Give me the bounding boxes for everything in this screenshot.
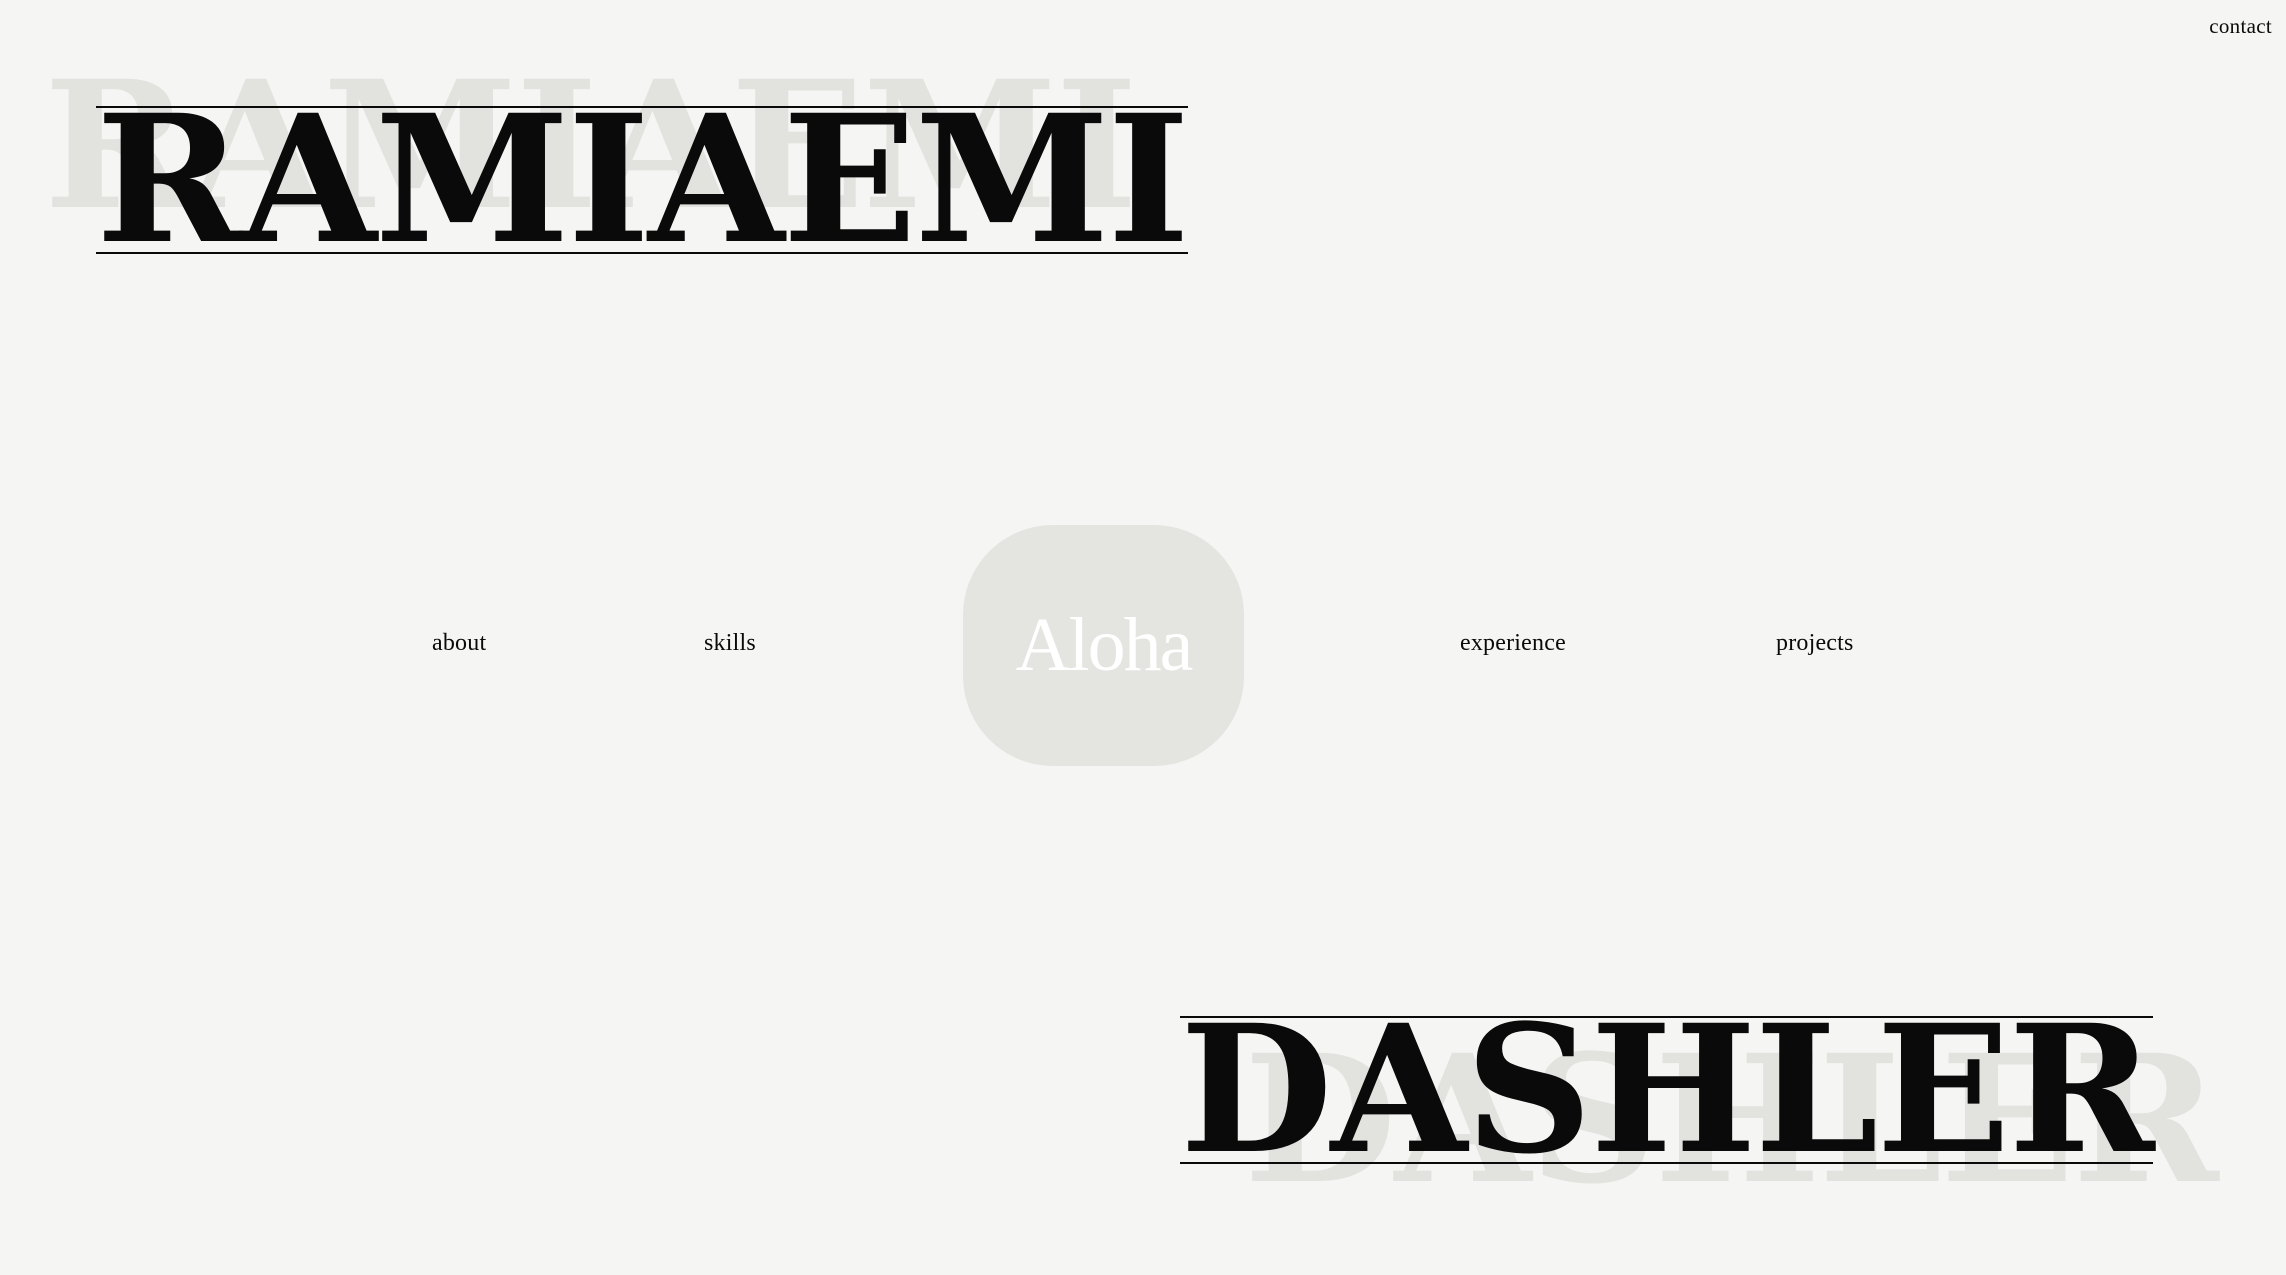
nav-experience-link[interactable]: experience [1460,630,1566,657]
first-name-heading: RAMIAEMI RAMIAEMI [44,58,1190,268]
nav-skills-link[interactable]: skills [704,630,756,657]
first-name-top-rule [96,106,1188,108]
contact-link[interactable]: contact [2209,14,2272,39]
greeting-tile[interactable]: Aloha [963,525,1244,766]
last-name-heading: DASHLER DASHLER [1180,1002,2219,1208]
nav-about-link[interactable]: about [432,630,486,657]
first-name-bottom-rule [96,252,1188,254]
greeting-text: Aloha [1015,603,1194,687]
last-name-bottom-rule [1180,1162,2153,1164]
last-name-top-rule [1180,1016,2153,1018]
nav-projects-link[interactable]: projects [1776,630,1854,657]
